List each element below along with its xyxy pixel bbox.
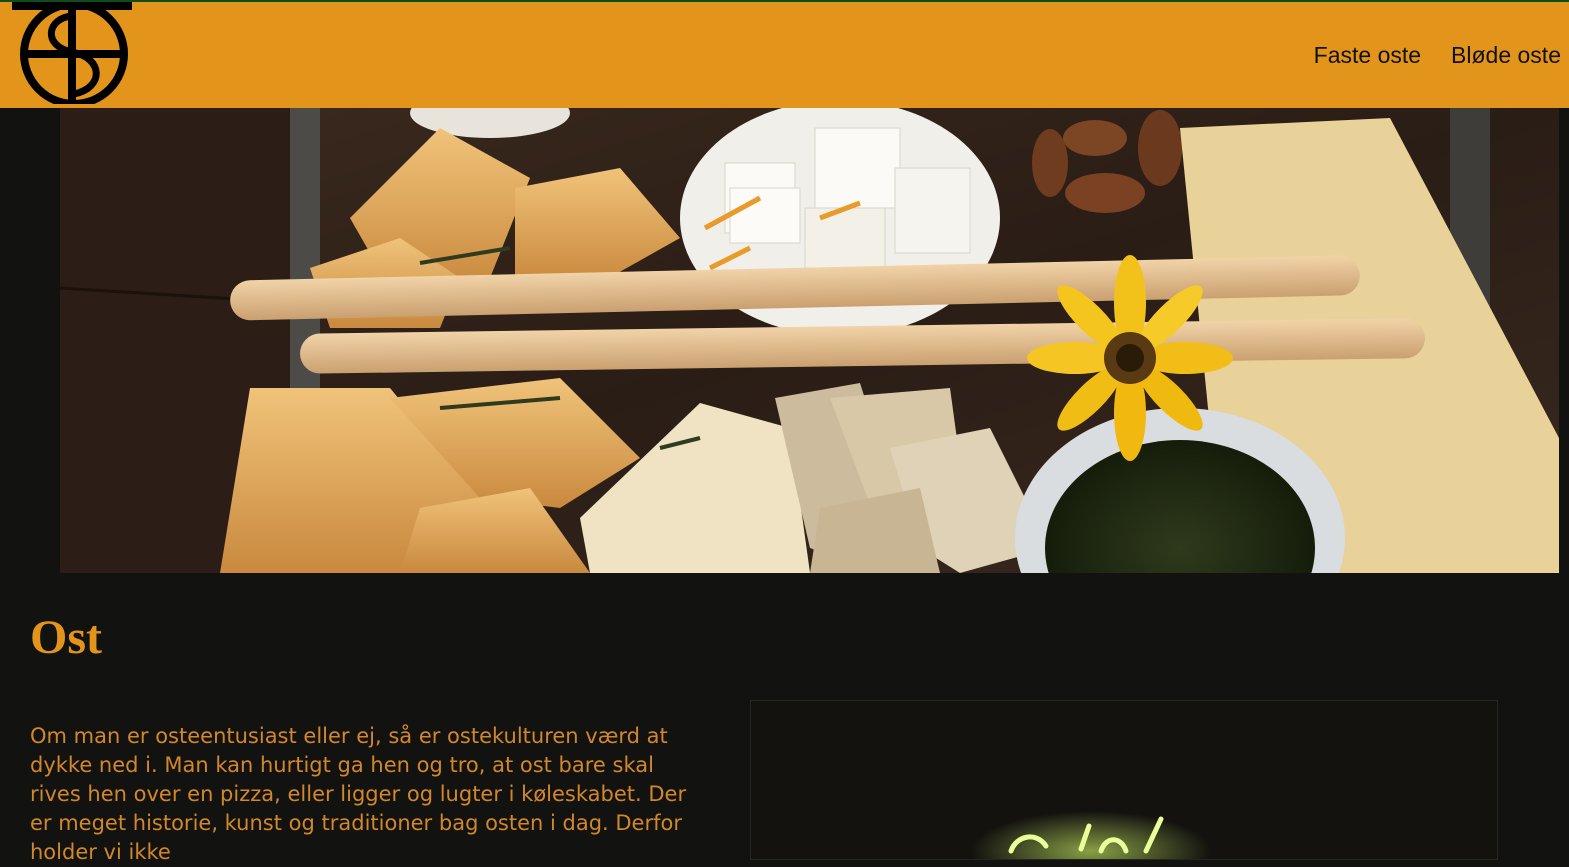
intro-paragraph: Om man er osteentusiast eller ej, så er … bbox=[30, 724, 687, 864]
cheese-wheel-logo-icon bbox=[12, 2, 132, 104]
nav-link-blode-oste[interactable]: Bløde oste bbox=[1451, 42, 1561, 69]
page-title: Ost bbox=[30, 611, 102, 664]
cheese-board-photo bbox=[60, 108, 1559, 573]
video-embed[interactable] bbox=[750, 700, 1498, 860]
nav-link-faste-oste[interactable]: Faste oste bbox=[1314, 42, 1421, 69]
hero-cheese-board-image bbox=[60, 108, 1559, 573]
video-thumbnail-neon bbox=[971, 811, 1211, 859]
site-header: Faste oste Bløde oste bbox=[0, 0, 1569, 108]
main-nav: Faste oste Bløde oste bbox=[1314, 42, 1561, 69]
